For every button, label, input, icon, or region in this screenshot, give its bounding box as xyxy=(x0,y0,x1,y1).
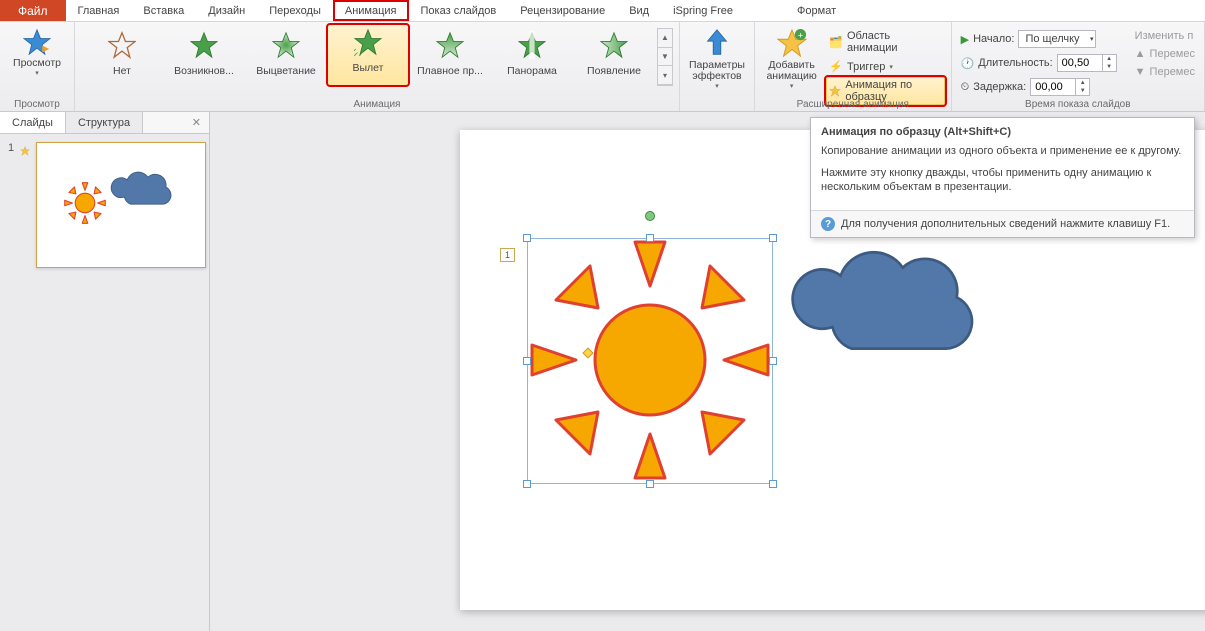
adjust-handle[interactable] xyxy=(582,347,593,358)
delay-icon: ⏲ xyxy=(961,81,970,94)
gallery-none[interactable]: Нет xyxy=(81,24,163,86)
delay-spin[interactable]: ▲▼ xyxy=(1030,78,1090,96)
resize-ne-handle[interactable] xyxy=(769,234,777,242)
star-appear-icon xyxy=(190,31,218,59)
tab-insert[interactable]: Вставка xyxy=(131,0,196,21)
slide-thumbnail[interactable] xyxy=(36,142,206,268)
add-animation-icon: + xyxy=(777,28,807,58)
tooltip-title: Анимация по образцу (Alt+Shift+C) xyxy=(821,126,1184,138)
tab-format[interactable]: Формат xyxy=(785,0,848,21)
gallery-scroll-down[interactable]: ▼ xyxy=(658,48,672,67)
delay-row: ⏲ Задержка: ▲▼ xyxy=(958,76,1120,98)
tab-slides[interactable]: Слайды xyxy=(0,112,66,133)
tooltip-footer: Для получения дополнительных сведений на… xyxy=(841,218,1170,230)
gallery-scroll[interactable]: ▲ ▼ ▾ xyxy=(657,28,673,86)
animation-gallery: Нет Возникнов... Выцветание Вылет Плавно… xyxy=(81,24,673,86)
anim-indicator-icon xyxy=(20,146,30,156)
group-preview: Просмотр ▾ Просмотр xyxy=(0,22,75,111)
star-none-icon xyxy=(108,31,136,59)
group-adv-label: Расширенная анимация xyxy=(755,99,951,110)
animation-order-tag[interactable]: 1 xyxy=(500,248,515,262)
arrow-up-small-icon: ▲ xyxy=(1135,48,1146,60)
play-icon: ▶ xyxy=(961,33,969,46)
tab-animation[interactable]: Анимация xyxy=(333,0,409,21)
tab-slideshow[interactable]: Показ слайдов xyxy=(409,0,509,21)
add-animation-button[interactable]: + Добавить анимацию ▾ xyxy=(761,24,822,105)
painter-star-icon xyxy=(829,84,841,98)
tab-home[interactable]: Главная xyxy=(66,0,132,21)
reorder-label: Изменить п xyxy=(1132,28,1198,44)
tab-outline[interactable]: Структура xyxy=(66,112,143,133)
gallery-expand[interactable]: ▾ xyxy=(658,66,672,85)
start-row: ▶ Начало: По щелчку▾ xyxy=(958,28,1120,50)
group-advanced-animation: + Добавить анимацию ▾ 🗂️ Область анимаци… xyxy=(755,22,952,111)
gallery-appear[interactable]: Возникнов... xyxy=(163,24,245,86)
gallery-scroll-up[interactable]: ▲ xyxy=(658,29,672,48)
clock-icon: 🕐 xyxy=(961,57,975,70)
group-effect-options: Параметры эффектов ▾ xyxy=(680,22,755,111)
selection-box[interactable] xyxy=(527,238,773,484)
thumbnail-list: 1 xyxy=(0,134,209,276)
arrow-up-icon xyxy=(702,28,732,58)
tab-file[interactable]: Файл xyxy=(0,0,66,21)
arrow-down-small-icon: ▼ xyxy=(1135,66,1146,78)
move-earlier-button[interactable]: ▲Перемес xyxy=(1132,46,1198,62)
svg-text:+: + xyxy=(797,30,802,40)
resize-se-handle[interactable] xyxy=(769,480,777,488)
tab-transitions[interactable]: Переходы xyxy=(257,0,333,21)
resize-w-handle[interactable] xyxy=(523,357,531,365)
tab-review[interactable]: Рецензирование xyxy=(508,0,617,21)
effect-options-button[interactable]: Параметры эффектов ▾ xyxy=(686,24,748,90)
group-timing-label: Время показа слайдов xyxy=(952,99,1204,110)
resize-nw-handle[interactable] xyxy=(523,234,531,242)
effect-options-label: Параметры эффектов xyxy=(686,60,748,82)
start-combo[interactable]: По щелчку▾ xyxy=(1018,30,1096,48)
animation-painter-tooltip: Анимация по образцу (Alt+Shift+C) Копиро… xyxy=(810,117,1195,238)
group-preview-label: Просмотр xyxy=(0,99,74,110)
star-floatin-icon xyxy=(436,31,464,59)
move-later-button[interactable]: ▼Перемес xyxy=(1132,64,1198,80)
resize-sw-handle[interactable] xyxy=(523,480,531,488)
group-animation-gallery: Нет Возникнов... Выцветание Вылет Плавно… xyxy=(75,22,680,111)
tooltip-line-2: Нажмите эту кнопку дважды, чтобы примени… xyxy=(821,166,1184,194)
star-fade-icon xyxy=(272,31,300,59)
panel-close-button[interactable]: ✕ xyxy=(184,112,209,133)
star-flyin-icon xyxy=(354,28,382,56)
star-appear2-icon xyxy=(600,31,628,59)
resize-s-handle[interactable] xyxy=(646,480,654,488)
ribbon: Просмотр ▾ Просмотр Нет Возникнов... Выц… xyxy=(0,22,1205,112)
group-gallery-label: Анимация xyxy=(75,99,679,110)
trigger-button[interactable]: ⚡ Триггер ▾ xyxy=(826,58,944,75)
tab-view[interactable]: Вид xyxy=(617,0,661,21)
duration-row: 🕐 Длительность: ▲▼ xyxy=(958,52,1120,74)
preview-label: Просмотр xyxy=(13,58,61,69)
slide-panel: Слайды Структура ✕ 1 xyxy=(0,112,210,631)
gallery-appear2[interactable]: Появление xyxy=(573,24,655,86)
bolt-icon: ⚡ xyxy=(829,60,843,73)
tooltip-line-1: Копирование анимации из одного объекта и… xyxy=(821,144,1184,158)
star-panorama-icon xyxy=(518,31,546,59)
thumbnail-1[interactable]: 1 xyxy=(8,142,201,268)
help-icon: ? xyxy=(821,217,835,231)
group-timing: ▶ Начало: По щелчку▾ 🕐 Длительность: ▲▼ … xyxy=(952,22,1205,111)
duration-spin[interactable]: ▲▼ xyxy=(1057,54,1117,72)
ribbon-tabs: Файл Главная Вставка Дизайн Переходы Ани… xyxy=(0,0,1205,22)
preview-button[interactable]: Просмотр ▾ xyxy=(6,24,68,77)
rotate-handle[interactable] xyxy=(645,211,655,221)
gallery-fade[interactable]: Выцветание xyxy=(245,24,327,86)
pane-icon: 🗂️ xyxy=(829,36,843,49)
preview-star-icon xyxy=(23,28,51,56)
tab-design[interactable]: Дизайн xyxy=(196,0,257,21)
gallery-panorama[interactable]: Панорама xyxy=(491,24,573,86)
resize-e-handle[interactable] xyxy=(769,357,777,365)
gallery-floatin[interactable]: Плавное пр... xyxy=(409,24,491,86)
animation-pane-button[interactable]: 🗂️ Область анимации xyxy=(826,28,944,56)
gallery-flyin[interactable]: Вылет xyxy=(327,24,409,86)
slide-panel-tabs: Слайды Структура ✕ xyxy=(0,112,209,134)
resize-n-handle[interactable] xyxy=(646,234,654,242)
tab-ispring[interactable]: iSpring Free xyxy=(661,0,745,21)
